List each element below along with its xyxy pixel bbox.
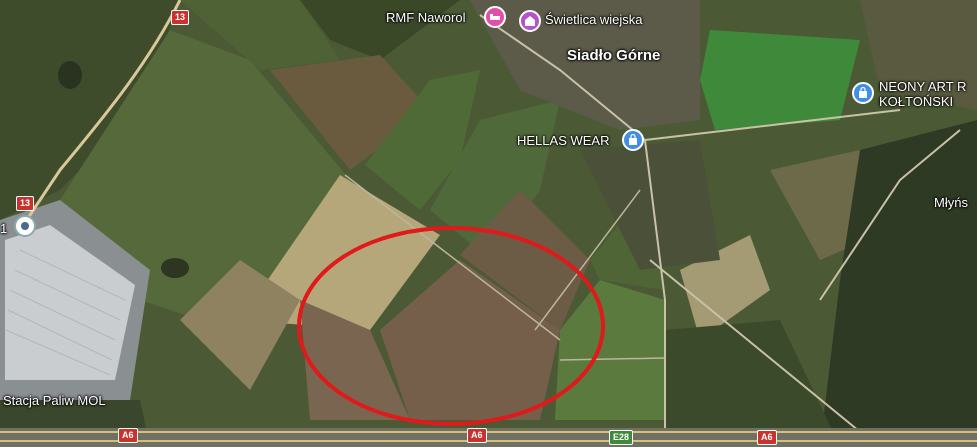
road-a6-shield: A6 [757,430,777,445]
poi-label-mol[interactable]: Stacja Paliw MOL [3,393,106,408]
shopping-bag-icon[interactable] [622,129,644,151]
motorway-a6 [0,428,977,447]
road-13-shield: 13 [16,196,35,211]
poi-label-neony-2[interactable]: KOŁTOŃSKI [879,94,953,109]
pond [161,258,189,278]
road-e28-shield: E28 [609,430,634,445]
place-label-mlyn[interactable]: Młyńs [934,195,968,210]
road-a6-shield: A6 [467,428,487,443]
road-a6-shield: A6 [118,428,138,443]
poi-label-hellas[interactable]: HELLAS WEAR [517,133,609,148]
pond [58,61,82,89]
location-marker-icon[interactable] [14,215,36,237]
satellite-map[interactable] [0,0,977,447]
poi-label-rmf[interactable]: RMF Naworol [386,10,465,25]
field [700,30,860,130]
road-13-shield: 13 [171,10,190,25]
poi-label-swietlica[interactable]: Świetlica wiejska [545,12,643,27]
community-center-icon[interactable] [519,10,541,32]
shopping-bag-icon[interactable] [852,82,874,104]
edge-label-digit: 1 [0,221,8,236]
poi-label-neony-1[interactable]: NEONY ART R [879,79,966,94]
village-label[interactable]: Siadło Górne [567,48,660,63]
hotel-icon[interactable] [484,6,506,28]
